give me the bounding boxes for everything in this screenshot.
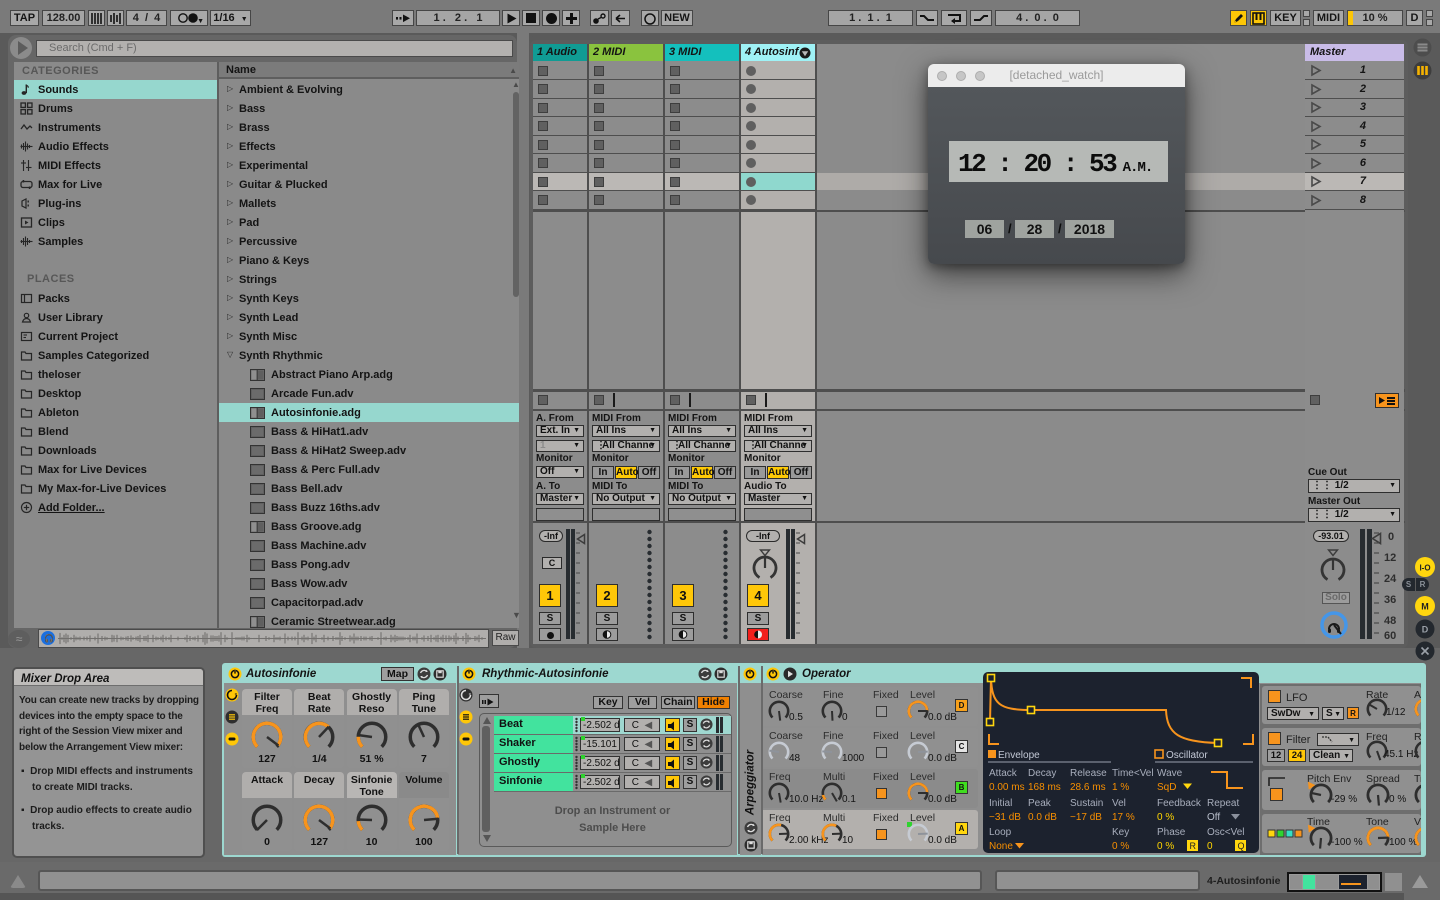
svg-text:Vel: Vel — [1112, 798, 1126, 809]
svg-text:Phase: Phase — [1157, 827, 1186, 838]
svg-text:0.0 dB: 0.0 dB — [1028, 812, 1057, 823]
svg-text:Release: Release — [1070, 768, 1107, 779]
svg-text:Wave: Wave — [1157, 768, 1183, 779]
svg-text:Oscillator: Oscillator — [1166, 750, 1208, 761]
svg-text:0 %: 0 % — [1157, 812, 1174, 823]
svg-text:168 ms: 168 ms — [1028, 782, 1061, 793]
svg-text:0.00 ms: 0.00 ms — [989, 782, 1025, 793]
svg-text:0 %: 0 % — [1112, 841, 1129, 852]
svg-text:−17 dB: −17 dB — [1070, 812, 1102, 823]
svg-text:M: M — [1421, 602, 1429, 612]
svg-text:Feedback: Feedback — [1157, 798, 1202, 809]
svg-text:R: R — [1190, 841, 1197, 851]
svg-text:SqD: SqD — [1157, 782, 1176, 793]
svg-text:Q: Q — [1238, 841, 1245, 851]
svg-text:Peak: Peak — [1028, 798, 1052, 809]
svg-text:28.6 ms: 28.6 ms — [1070, 782, 1106, 793]
svg-text:Sustain: Sustain — [1070, 798, 1103, 809]
svg-text:D: D — [1422, 625, 1429, 635]
svg-text:Key: Key — [1112, 827, 1129, 838]
svg-text:0: 0 — [1207, 841, 1213, 852]
svg-text:Attack: Attack — [989, 768, 1018, 779]
svg-text:Loop: Loop — [989, 827, 1012, 838]
svg-text:17 %: 17 % — [1112, 812, 1135, 823]
svg-text:Repeat: Repeat — [1207, 798, 1239, 809]
svg-text:Time<Vel: Time<Vel — [1112, 768, 1154, 779]
svg-text:Off: Off — [1207, 812, 1220, 823]
svg-text:Initial: Initial — [989, 798, 1012, 809]
svg-text:Decay: Decay — [1028, 768, 1056, 779]
svg-text:1 %: 1 % — [1112, 782, 1129, 793]
svg-text:I-O: I-O — [1419, 564, 1430, 573]
svg-text:Envelope: Envelope — [998, 750, 1040, 761]
svg-text:Osc<Vel: Osc<Vel — [1207, 827, 1245, 838]
svg-text:None: None — [989, 841, 1013, 852]
svg-text:−31 dB: −31 dB — [989, 812, 1021, 823]
svg-text:0 %: 0 % — [1157, 841, 1174, 852]
